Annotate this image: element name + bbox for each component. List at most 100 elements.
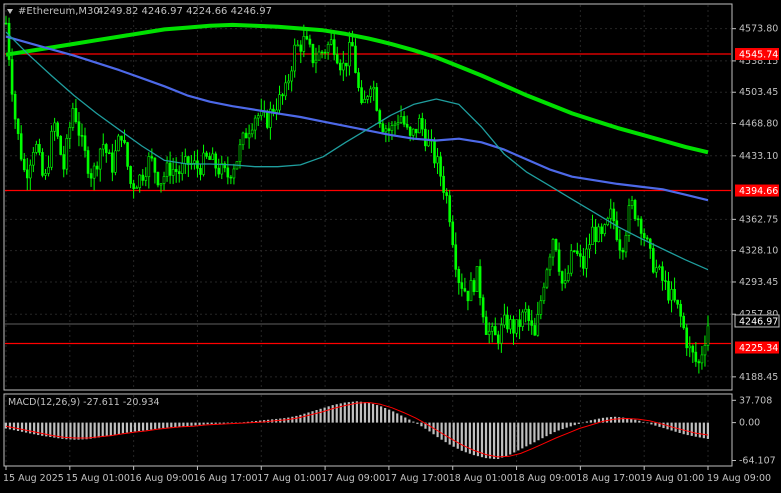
candle-body — [685, 327, 689, 349]
macd-histogram-bar — [464, 422, 467, 453]
macd-histogram-bar — [634, 419, 637, 423]
candle-body — [588, 244, 591, 250]
candle-body — [338, 62, 342, 71]
candle-body — [503, 314, 506, 326]
candle-body — [357, 72, 360, 88]
candle-body — [275, 109, 278, 113]
candle-body — [299, 44, 303, 52]
macd-histogram-bar — [513, 422, 516, 453]
macd-histogram-bar — [533, 422, 536, 443]
macd-histogram-bar — [549, 422, 552, 435]
candle-body — [375, 87, 379, 111]
macd-histogram-bar — [698, 422, 701, 438]
macd-histogram-bar — [678, 422, 681, 433]
candle-body — [238, 144, 242, 162]
candle-body — [129, 166, 132, 184]
macd-histogram-bar — [230, 422, 233, 424]
macd-histogram-bar — [702, 422, 705, 439]
macd-histogram-bar — [295, 415, 298, 423]
svg-text:4545.74: 4545.74 — [739, 50, 778, 61]
macd-histogram-bar — [484, 422, 488, 459]
candle-body — [144, 176, 148, 181]
candle-body — [16, 118, 20, 134]
candle-body — [193, 160, 196, 164]
price-bubble-current: 4246.97 — [734, 314, 780, 328]
candle-body — [171, 169, 175, 176]
macd-histogram-bar — [408, 419, 411, 423]
macd-histogram-bar — [97, 422, 100, 438]
candle-body — [369, 88, 372, 97]
candle-body — [515, 319, 518, 334]
candle-body — [679, 303, 682, 317]
macd-histogram-bar — [501, 422, 504, 458]
macd-histogram-bar — [327, 406, 330, 423]
price-tick-label: 4468.80 — [739, 119, 778, 130]
macd-histogram-bar — [319, 408, 322, 423]
candle-body — [241, 132, 245, 146]
macd-histogram-bar — [642, 421, 645, 423]
candle-body — [335, 54, 339, 64]
candle-body — [582, 256, 585, 269]
macd-histogram-bar — [150, 422, 153, 430]
candle-body — [153, 157, 157, 173]
macd-histogram-bar — [303, 413, 306, 423]
macd-histogram-bar — [85, 422, 88, 440]
candle-body — [603, 224, 606, 234]
candle-body — [518, 319, 521, 327]
candle-body — [642, 233, 646, 239]
candle-body — [22, 158, 26, 171]
candle-body — [563, 280, 567, 284]
candle-body — [667, 280, 670, 301]
macd-histogram-bar — [420, 422, 423, 427]
candle-body — [278, 94, 281, 111]
macd-histogram-bar — [488, 422, 492, 459]
macd-histogram-bar — [541, 422, 544, 439]
candle-body — [165, 162, 169, 177]
macd-histogram-bar — [69, 422, 72, 440]
macd-histogram-bar — [638, 420, 641, 423]
candle-body — [615, 220, 619, 240]
macd-histogram-bar — [105, 422, 108, 437]
candle-body — [329, 39, 333, 45]
macd-histogram-bar — [214, 422, 217, 424]
candle-body — [591, 226, 594, 245]
macd-histogram-bar — [174, 422, 177, 428]
macd-histogram-bar — [371, 403, 375, 423]
candle-body — [62, 154, 66, 170]
moving-average-line — [5, 22, 709, 155]
macd-histogram-bar — [16, 422, 20, 431]
macd-histogram-bar — [404, 417, 407, 423]
macd-histogram-bar — [65, 422, 68, 440]
candle-body — [117, 135, 120, 152]
macd-histogram-bar — [694, 422, 697, 437]
candle-body — [448, 195, 451, 223]
candle-body — [609, 208, 613, 219]
candle-body — [618, 239, 622, 251]
macd-histogram-bar — [141, 422, 145, 431]
candle-body — [621, 249, 625, 253]
candle-body — [630, 200, 634, 206]
candle-body — [363, 99, 366, 104]
candle-body — [569, 250, 573, 274]
candle-body — [457, 269, 461, 283]
candle-body — [293, 44, 297, 72]
candle-body — [442, 175, 445, 193]
macd-histogram-bar — [291, 416, 294, 423]
macd-histogram-bar — [222, 422, 225, 424]
macd-histogram-bar — [226, 422, 229, 424]
candle-body — [35, 144, 38, 153]
macd-histogram-bar — [682, 422, 685, 435]
candle-body — [545, 269, 549, 288]
candle-body — [345, 62, 348, 67]
triangle-down-icon[interactable] — [7, 9, 13, 14]
candle-body — [536, 314, 540, 336]
macd-histogram-bar — [460, 422, 463, 451]
macd-histogram-bar — [24, 422, 28, 433]
macd-histogram-bar — [29, 422, 32, 434]
price-axis: 4573.804538.154503.454468.804433.104362.… — [732, 24, 778, 383]
candle-body — [655, 267, 658, 273]
candle-body — [290, 70, 293, 82]
candle-body — [83, 135, 87, 151]
candle-body — [396, 122, 400, 125]
candle-body — [326, 43, 330, 53]
